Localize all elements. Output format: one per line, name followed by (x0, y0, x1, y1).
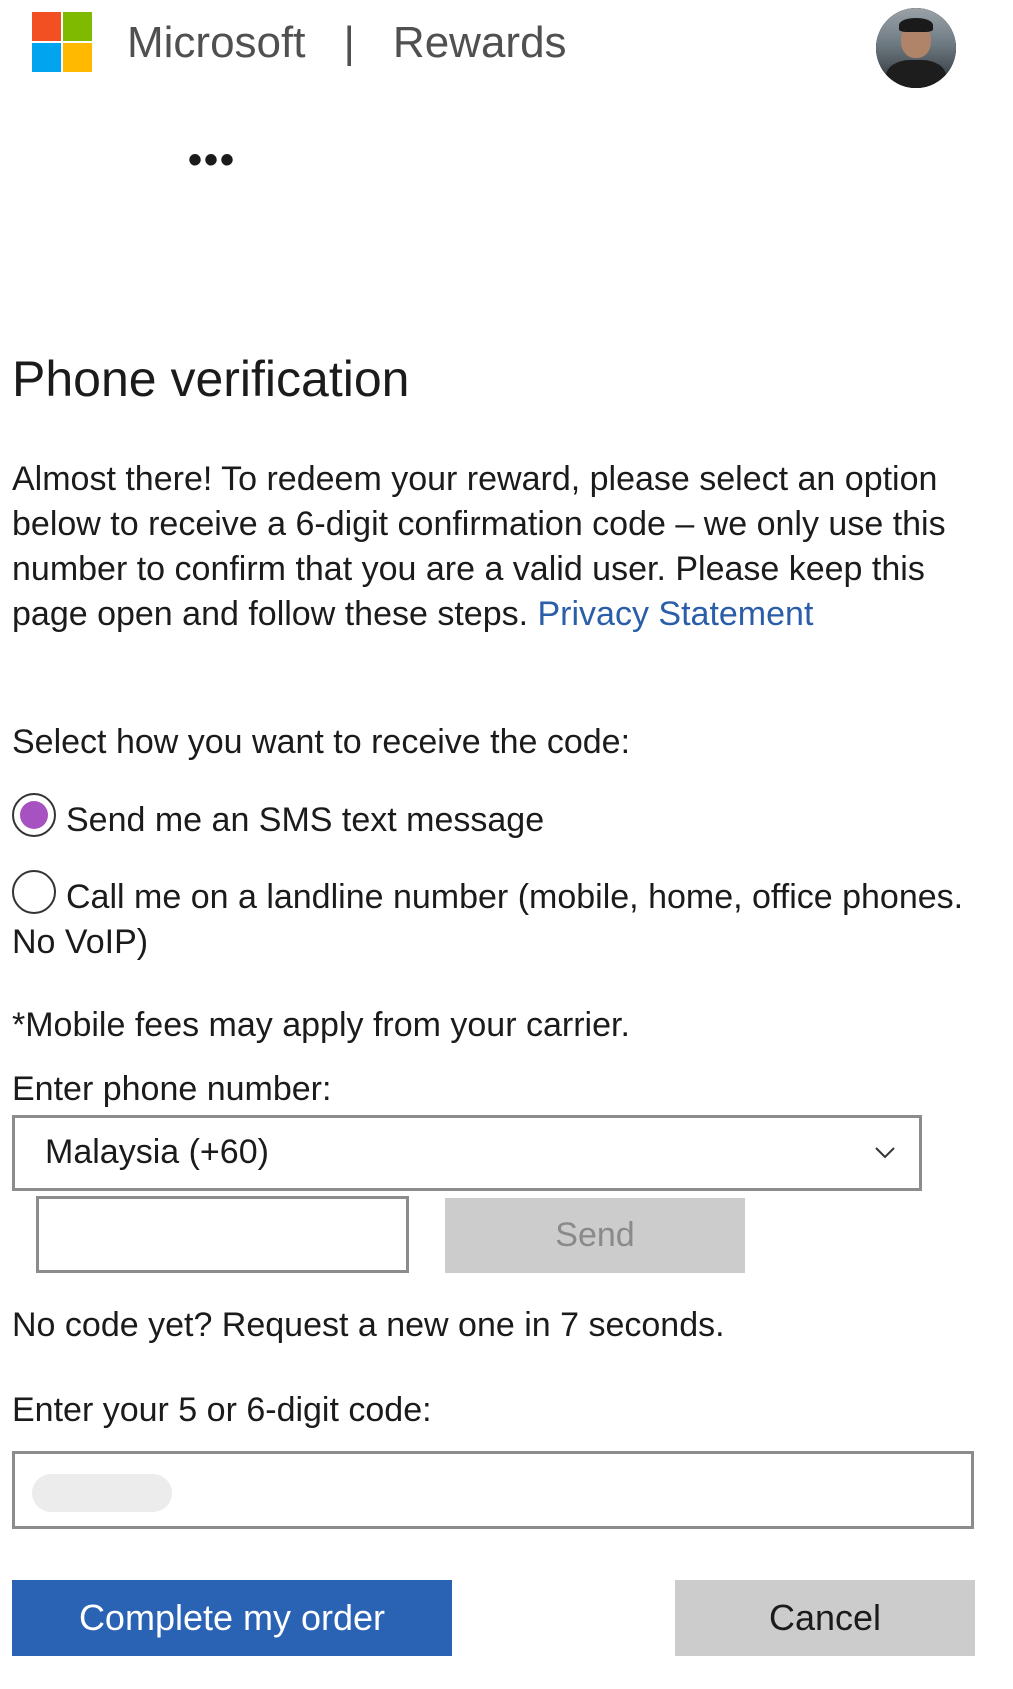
logo-square-blue (32, 43, 61, 72)
country-select-value: Malaysia (+60) (45, 1133, 269, 1171)
sms-option-label: Send me an SMS text message (66, 801, 545, 839)
sms-option[interactable]: Send me an SMS text message (12, 793, 972, 843)
country-code-select[interactable]: Malaysia (+60) (12, 1115, 922, 1191)
send-button[interactable]: Send (445, 1198, 745, 1273)
verification-code-input[interactable] (12, 1451, 974, 1529)
product-name: Rewards (392, 18, 567, 67)
avatar-hair (899, 18, 933, 32)
call-option-label: Call me on a landline number (mobile, ho… (12, 878, 964, 961)
brand-name: Microsoft (127, 18, 306, 67)
brand-title[interactable]: Microsoft | Rewards (127, 18, 567, 68)
microsoft-logo[interactable] (32, 12, 92, 72)
logo-square-green (63, 12, 92, 41)
complete-order-button[interactable]: Complete my order (12, 1580, 452, 1656)
avatar-body (886, 60, 946, 88)
phone-number-input[interactable] (36, 1196, 409, 1273)
logo-square-yellow (63, 43, 92, 72)
privacy-statement-link[interactable]: Privacy Statement (538, 595, 814, 633)
fees-note: *Mobile fees may apply from your carrier… (12, 1006, 630, 1044)
avatar[interactable] (876, 8, 956, 88)
chevron-down-icon (875, 1147, 895, 1159)
intro-text: Almost there! To redeem your reward, ple… (12, 457, 987, 637)
call-option[interactable]: Call me on a landline number (mobile, ho… (12, 870, 972, 965)
logo-square-red (32, 12, 61, 41)
cancel-button[interactable]: Cancel (675, 1580, 975, 1656)
header: Microsoft | Rewards (0, 0, 1013, 95)
call-radio[interactable] (12, 870, 56, 914)
page-title: Phone verification (12, 351, 410, 407)
delivery-method-label: Select how you want to receive the code: (12, 723, 631, 761)
brand-separator: | (343, 18, 355, 67)
phone-number-label: Enter phone number: (12, 1070, 332, 1108)
more-options-icon[interactable]: ••• (188, 140, 236, 180)
redacted-code-value (32, 1474, 172, 1512)
code-label: Enter your 5 or 6-digit code: (12, 1391, 432, 1429)
resend-countdown-text: No code yet? Request a new one in 7 seco… (12, 1306, 725, 1344)
sms-radio[interactable] (12, 793, 56, 837)
